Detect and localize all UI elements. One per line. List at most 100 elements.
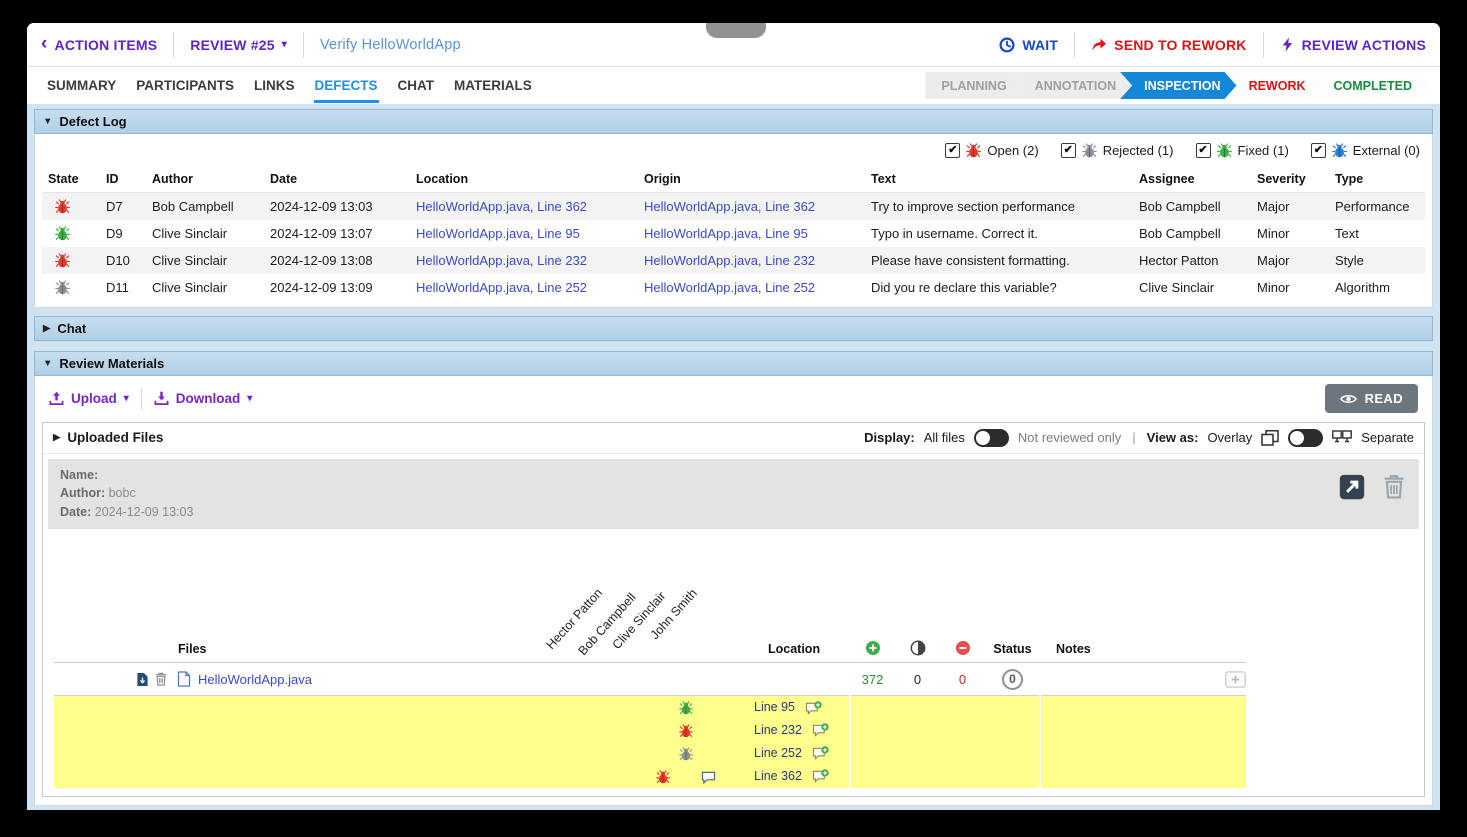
review-materials-title: Review Materials <box>59 356 164 371</box>
back-to-action-items-button[interactable]: ‹ ACTION ITEMS <box>41 36 157 53</box>
tab-participants[interactable]: PARTICIPANTS <box>135 68 235 103</box>
defect-marker-row: Line 232 <box>54 719 1246 742</box>
marker-line-link[interactable]: Line 95 <box>754 700 795 714</box>
checkbox-checked[interactable]: ✔ <box>1196 143 1211 158</box>
screen: ‹ ACTION ITEMS REVIEW #25 ▾ Verify Hello… <box>0 0 1467 837</box>
defect-origin-link[interactable]: HelloWorldApp.java, Line 362 <box>644 199 815 214</box>
location-column-header: Location <box>720 629 850 663</box>
marker-line-link[interactable]: Line 252 <box>754 746 802 760</box>
marker-line-link[interactable]: Line 232 <box>754 723 802 737</box>
window-notch <box>706 23 766 38</box>
defect-row[interactable]: D11 Clive Sinclair 2024-12-09 13:09 Hell… <box>42 274 1425 301</box>
open-external-icon[interactable] <box>1339 474 1365 500</box>
marker-line-link[interactable]: Line 362 <box>754 769 802 783</box>
collapse-arrow-icon: ▶ <box>53 432 60 443</box>
eye-icon <box>1340 393 1357 405</box>
defect-location-link[interactable]: HelloWorldApp.java, Line 232 <box>416 253 587 268</box>
defect-origin-link[interactable]: HelloWorldApp.java, Line 95 <box>644 226 808 241</box>
display-filter-toggle[interactable] <box>974 429 1009 447</box>
file-row[interactable]: HelloWorldApp.java 372 0 0 0 <box>54 663 1246 696</box>
uploaded-files-panel: ▶ Uploaded Files Display: All files Not … <box>42 422 1425 797</box>
chat-section: ▶ Chat <box>34 316 1433 341</box>
defect-log-header[interactable]: ▼ Defect Log <box>34 109 1433 134</box>
filter-rejected[interactable]: ✔ Rejected (1) <box>1061 143 1174 158</box>
review-title[interactable]: Verify HelloWorldApp <box>320 37 461 53</box>
display-label: Display: <box>864 430 915 445</box>
add-comment-icon[interactable] <box>812 769 829 784</box>
file-name-link[interactable]: HelloWorldApp.java <box>198 672 312 687</box>
chevron-left-icon: ‹ <box>41 34 48 53</box>
add-note-button[interactable] <box>1225 671 1246 688</box>
col-date: Date <box>264 167 410 193</box>
uploaded-files-toggle[interactable]: ▶ Uploaded Files <box>53 430 163 445</box>
defect-origin-link[interactable]: HelloWorldApp.java, Line 232 <box>644 253 815 268</box>
review-materials-header[interactable]: ▼ Review Materials <box>34 351 1433 376</box>
tab-chat[interactable]: CHAT <box>397 68 436 103</box>
bug-open-marker-icon[interactable] <box>679 724 693 738</box>
bug-open-marker-icon[interactable] <box>656 770 670 784</box>
checkbox-checked[interactable]: ✔ <box>1311 143 1326 158</box>
defect-table-header-row: State ID Author Date Location Origin Tex… <box>42 167 1425 193</box>
filter-open[interactable]: ✔ Open (2) <box>945 143 1038 158</box>
defect-id: D9 <box>100 220 146 247</box>
file-icon <box>177 671 191 687</box>
upload-button[interactable]: Upload ▾ <box>49 391 129 406</box>
overlay-view-icon[interactable] <box>1261 430 1279 446</box>
bug-external-icon <box>1332 143 1347 158</box>
status-column-header: Status <box>985 629 1040 663</box>
defect-origin-link[interactable]: HelloWorldApp.java, Line 252 <box>644 280 815 295</box>
defect-location-link[interactable]: HelloWorldApp.java, Line 95 <box>416 226 580 241</box>
filter-external[interactable]: ✔ External (0) <box>1311 143 1420 158</box>
defect-marker-row: Line 252 <box>54 742 1246 765</box>
bug-fixed-marker-icon[interactable] <box>679 701 693 715</box>
download-file-icon[interactable] <box>136 672 149 687</box>
download-button[interactable]: Download ▾ <box>154 391 253 406</box>
read-button[interactable]: READ <box>1325 384 1418 413</box>
defect-row[interactable]: D7 Bob Campbell 2024-12-09 13:03 HelloWo… <box>42 193 1425 220</box>
add-comment-icon[interactable] <box>805 701 822 716</box>
comment-bubble-icon[interactable] <box>701 771 716 784</box>
divider <box>141 388 142 410</box>
bug-rejected-marker-icon[interactable] <box>679 747 693 761</box>
view-mode-toggle[interactable] <box>1288 429 1323 447</box>
separate-view-icon[interactable] <box>1332 430 1352 446</box>
defect-row[interactable]: D9 Clive Sinclair 2024-12-09 13:07 Hello… <box>42 220 1425 247</box>
defect-location-link[interactable]: HelloWorldApp.java, Line 252 <box>416 280 587 295</box>
workflow-step-annotation: ANNOTATION <box>1011 72 1132 99</box>
defect-location-link[interactable]: HelloWorldApp.java, Line 362 <box>416 199 587 214</box>
workflow-step-planning: PLANNING <box>925 72 1022 99</box>
review-number-dropdown[interactable]: REVIEW #25 ▾ <box>190 37 287 53</box>
workflow-step-inspection: INSPECTION <box>1120 72 1236 99</box>
defect-date: 2024-12-09 13:03 <box>264 193 410 220</box>
back-label: ACTION ITEMS <box>55 37 158 53</box>
checkbox-checked[interactable]: ✔ <box>1061 143 1076 158</box>
defect-text: Please have consistent formatting. <box>865 247 1133 274</box>
add-comment-icon[interactable] <box>812 746 829 761</box>
wait-button[interactable]: WAIT <box>999 37 1058 53</box>
defect-id: D10 <box>100 247 146 274</box>
tab-links[interactable]: LINKS <box>253 68 296 103</box>
bug-open-icon <box>55 199 70 214</box>
send-to-rework-button[interactable]: SEND TO REWORK <box>1091 37 1246 53</box>
filter-fixed[interactable]: ✔ Fixed (1) <box>1196 143 1289 158</box>
trash-icon[interactable] <box>1383 474 1405 499</box>
trash-icon[interactable] <box>155 672 167 686</box>
lightning-bolt-icon <box>1280 37 1295 52</box>
defect-date: 2024-12-09 13:07 <box>264 220 410 247</box>
defect-row[interactable]: D10 Clive Sinclair 2024-12-09 13:08 Hell… <box>42 247 1425 274</box>
tab-defects[interactable]: DEFECTS <box>314 68 379 103</box>
review-actions-button[interactable]: REVIEW ACTIONS <box>1280 37 1426 53</box>
checkbox-checked[interactable]: ✔ <box>945 143 960 158</box>
divider <box>303 32 304 58</box>
defect-assignee: Bob Campbell <box>1133 193 1251 220</box>
workflow-step-completed: COMPLETED <box>1310 72 1428 99</box>
view-as-label: View as: <box>1147 430 1199 445</box>
tab-materials[interactable]: MATERIALS <box>453 68 533 103</box>
uploaded-files-header: ▶ Uploaded Files Display: All files Not … <box>43 423 1424 454</box>
chat-header[interactable]: ▶ Chat <box>34 316 1433 341</box>
defect-log-title: Defect Log <box>59 114 126 129</box>
file-author-value: bobc <box>109 486 136 500</box>
add-comment-icon[interactable] <box>812 723 829 738</box>
tab-summary[interactable]: SUMMARY <box>46 68 117 103</box>
chevron-down-icon: ▾ <box>247 393 252 404</box>
